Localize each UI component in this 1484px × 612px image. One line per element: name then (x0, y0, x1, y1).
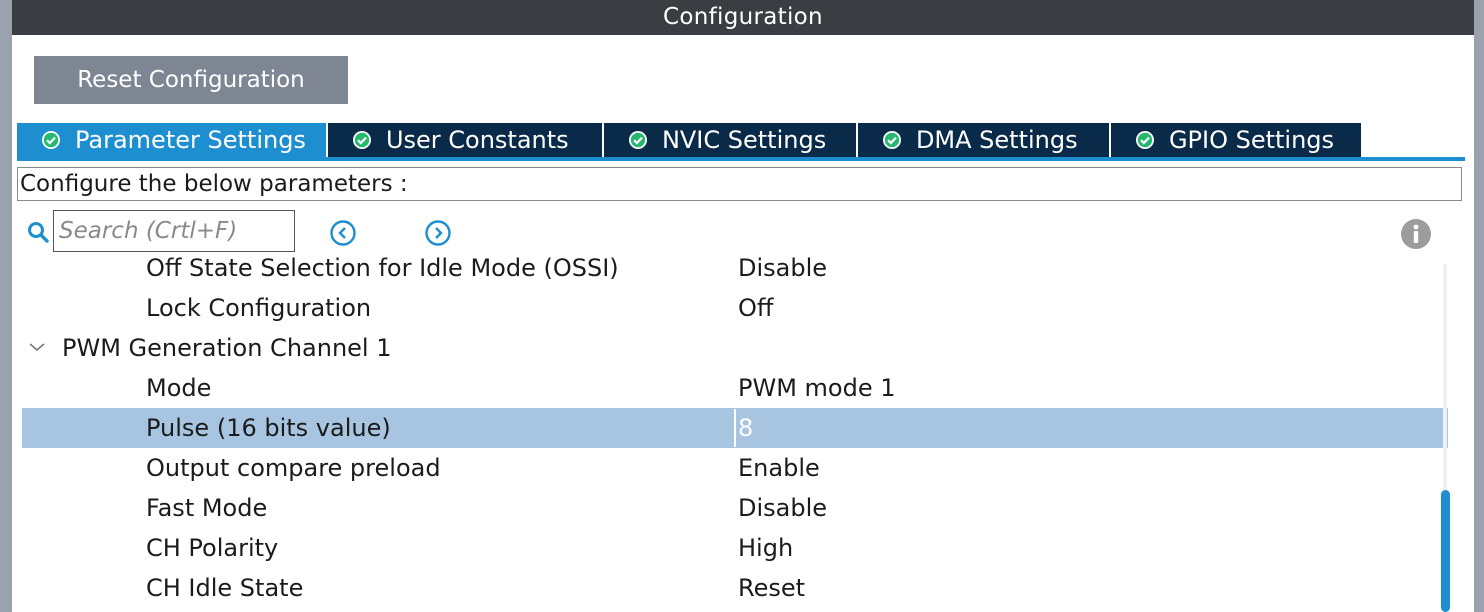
parameter-value[interactable]: Off (738, 288, 773, 328)
check-circle-icon (628, 131, 647, 149)
tab-dma-settings[interactable]: DMA Settings (857, 123, 1109, 157)
info-icon[interactable] (1400, 218, 1432, 250)
configuration-panel: Reset Configuration Parameter Settings U… (12, 35, 1474, 612)
tab-label: DMA Settings (915, 126, 1078, 154)
tab-nvic-settings[interactable]: NVIC Settings (603, 123, 856, 157)
chevron-right-circle-icon[interactable] (424, 219, 452, 247)
scrollbar-thumb[interactable] (1441, 490, 1450, 612)
check-circle-icon (42, 131, 60, 149)
tab-label: Parameter Settings (75, 126, 306, 154)
description-text: Configure the below parameters : (17, 167, 1462, 201)
parameter-row[interactable]: Output compare preload Enable (22, 448, 1448, 488)
parameter-value[interactable]: PWM mode 1 (738, 368, 896, 408)
check-circle-icon (352, 131, 371, 149)
parameter-name: Output compare preload (146, 454, 441, 482)
tab-label: User Constants (385, 126, 569, 154)
parameter-row[interactable]: Mode PWM mode 1 (22, 368, 1448, 408)
chevron-left-circle-icon[interactable] (329, 219, 357, 247)
parameter-value[interactable]: Disable (738, 488, 827, 528)
check-circle-icon (882, 131, 901, 149)
parameter-value[interactable]: High (738, 528, 793, 568)
parameter-value[interactable]: Disable (738, 254, 827, 288)
parameter-name: Lock Configuration (146, 294, 372, 322)
parameter-value[interactable]: Enable (738, 448, 820, 488)
parameter-name: Mode (146, 374, 212, 402)
tab-gpio-settings[interactable]: GPIO Settings (1110, 123, 1361, 157)
tab-bar: Parameter Settings User Constants NVIC S… (17, 123, 1363, 157)
parameter-name: Pulse (16 bits value) (146, 414, 391, 442)
parameter-row[interactable]: Lock Configuration Off (22, 288, 1448, 328)
chevron-down-icon[interactable] (28, 340, 46, 354)
group-row-pwm-channel-1[interactable]: PWM Generation Channel 1 (22, 328, 1448, 368)
parameter-value[interactable]: Reset (738, 568, 805, 608)
parameter-list: Off State Selection for Idle Mode (OSSI)… (22, 254, 1448, 612)
search-icon[interactable] (26, 220, 50, 244)
group-name: PWM Generation Channel 1 (62, 334, 392, 362)
tab-label: NVIC Settings (661, 126, 827, 154)
right-border (1474, 0, 1484, 612)
value-edit-box[interactable] (734, 409, 1448, 447)
parameter-name: Fast Mode (146, 494, 268, 522)
parameter-row-selected[interactable]: Pulse (16 bits value) 8 (22, 408, 1448, 448)
parameter-name: CH Polarity (146, 534, 279, 562)
search-input[interactable] (53, 210, 295, 252)
vertical-scrollbar[interactable] (1440, 264, 1450, 612)
left-border (0, 0, 12, 612)
tab-parameter-settings[interactable]: Parameter Settings (17, 123, 326, 157)
window-title: Configuration (12, 0, 1474, 35)
check-circle-icon (1135, 131, 1154, 149)
reset-configuration-button[interactable]: Reset Configuration (34, 56, 348, 104)
search-bar (26, 210, 1466, 252)
tab-user-constants[interactable]: User Constants (327, 123, 602, 157)
parameter-row[interactable]: Off State Selection for Idle Mode (OSSI)… (22, 254, 1448, 288)
parameter-name: Off State Selection for Idle Mode (OSSI) (146, 254, 619, 282)
tab-label: GPIO Settings (1168, 126, 1335, 154)
parameter-name: CH Idle State (146, 574, 304, 602)
parameter-row[interactable]: CH Polarity High (22, 528, 1448, 568)
parameter-value[interactable]: 8 (738, 408, 753, 448)
parameter-row[interactable]: CH Idle State Reset (22, 568, 1448, 608)
tab-underline (17, 157, 1465, 161)
parameter-row[interactable]: Fast Mode Disable (22, 488, 1448, 528)
